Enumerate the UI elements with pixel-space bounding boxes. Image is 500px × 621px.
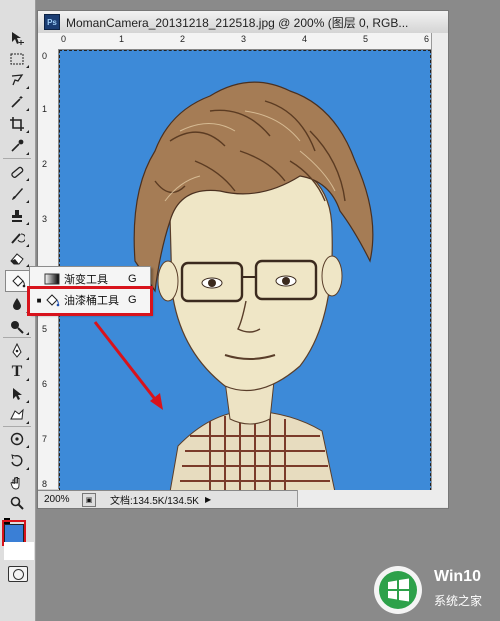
3d-orbit-icon[interactable] (5, 451, 29, 471)
toolbox-divider (3, 337, 31, 338)
watermark-subtitle: 系统之家 (434, 594, 483, 608)
ruler-label: 2 (42, 159, 48, 169)
flyout-item-label: 渐变工具 (64, 274, 108, 286)
ruler-label: 1 (42, 104, 48, 114)
eraser-icon[interactable] (5, 248, 29, 268)
ruler-label: 7 (42, 434, 48, 444)
blur-icon[interactable] (5, 294, 29, 314)
annotation-highlight-box (27, 286, 153, 316)
horizontal-scrollbar[interactable] (297, 490, 448, 507)
ruler-label: 1 (119, 34, 125, 44)
hand-icon[interactable] (5, 473, 29, 493)
eyedropper-icon[interactable] (5, 136, 29, 156)
document-info: 文档:134.5K/134.5K (110, 496, 199, 507)
dodge-icon[interactable] (5, 316, 29, 336)
ruler-top[interactable]: 0 1 2 3 4 5 6 (58, 33, 446, 50)
ruler-label: 5 (363, 34, 369, 44)
ruler-corner[interactable] (38, 33, 59, 50)
path-select-icon[interactable] (5, 384, 29, 404)
photoshop-app-icon: Ps (44, 14, 60, 30)
ruler-label: 5 (42, 324, 48, 334)
vertical-scrollbar[interactable] (431, 33, 448, 490)
zoom-icon[interactable] (5, 493, 29, 513)
document-titlebar[interactable]: Ps MomanCamera_20131218_212518.jpg @ 200… (38, 11, 448, 33)
magic-wand-icon[interactable] (5, 92, 29, 112)
healing-brush-icon[interactable] (5, 162, 29, 182)
lasso-icon[interactable] (5, 70, 29, 90)
clone-stamp-icon[interactable] (5, 206, 29, 226)
ruler-label: 2 (180, 34, 186, 44)
watermark: Win10 系统之家 (370, 562, 500, 618)
crop-icon[interactable] (5, 114, 29, 134)
ruler-label: 3 (241, 34, 247, 44)
flyout-item-shortcut: G (128, 273, 137, 285)
ruler-label: 8 (42, 479, 48, 489)
watermark-title: Win10 (434, 568, 481, 585)
history-brush-icon[interactable] (5, 228, 29, 248)
pen-icon[interactable] (5, 341, 29, 361)
zoom-field[interactable]: 200% (44, 494, 82, 505)
move-icon[interactable] (5, 28, 29, 48)
status-arrow-icon[interactable]: ▶ (205, 495, 211, 504)
type-icon[interactable]: T (5, 362, 29, 382)
ruler-label: 0 (42, 51, 48, 61)
background-color-swatch[interactable] (4, 542, 34, 560)
document-title: MomanCamera_20131218_212518.jpg @ 200% (… (66, 15, 409, 30)
shape-icon[interactable] (5, 405, 29, 425)
toolbox-divider (3, 158, 31, 159)
3d-rotate-icon[interactable] (5, 429, 29, 449)
gradient-icon (44, 273, 60, 285)
app-badge: Ps (47, 17, 57, 27)
brush-icon[interactable] (5, 184, 29, 204)
document-window: Ps MomanCamera_20131218_212518.jpg @ 200… (37, 10, 449, 509)
marquee-icon[interactable] (5, 49, 29, 69)
status-menu-icon[interactable]: ▣ (82, 492, 96, 507)
toolbox-divider (3, 426, 31, 427)
ruler-label: 0 (61, 34, 67, 44)
ruler-label: 6 (42, 379, 48, 389)
ruler-label: 3 (42, 214, 48, 224)
ruler-label: 4 (302, 34, 308, 44)
ruler-label: 6 (424, 34, 430, 44)
quick-mask-icon[interactable] (8, 566, 28, 582)
win10-logo-icon (374, 566, 422, 614)
